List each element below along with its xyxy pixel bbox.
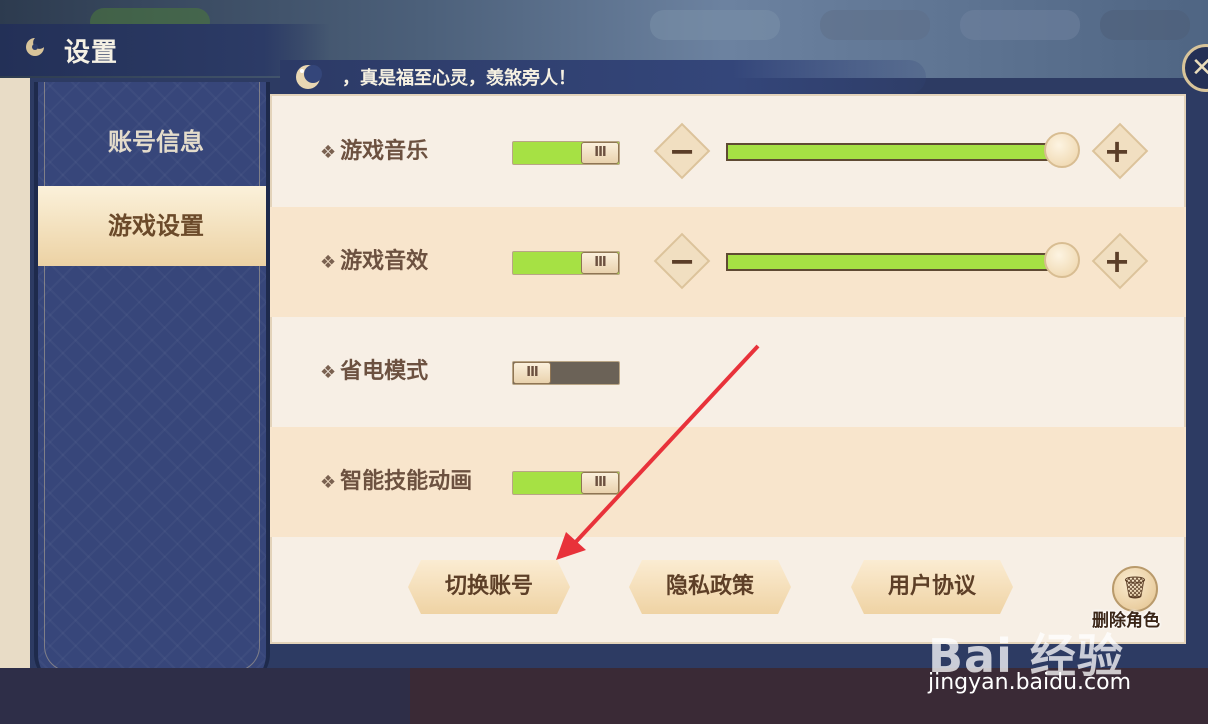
toggle-knob[interactable]: III <box>581 472 619 494</box>
setting-row-power-saving: ❖ 省电模式 III <box>270 317 1186 427</box>
watermark-url: jingyan.baidu.com <box>928 670 1132 695</box>
toggle-knob[interactable]: III <box>581 142 619 164</box>
sidebar-item-game-settings[interactable]: 游戏设置 <box>38 186 266 266</box>
tip-text: ，真是福至心灵，羡煞旁人！ <box>342 68 576 89</box>
music-volume-slider[interactable] <box>726 143 1072 161</box>
frame-left-edge <box>0 78 30 668</box>
setting-label: ❖ 智能技能动画 <box>320 469 473 494</box>
trash-icon: 🗑 <box>1121 576 1149 601</box>
music-toggle[interactable]: III <box>512 141 620 165</box>
plus-icon: + <box>1103 132 1131 170</box>
setting-row-music: ❖ 游戏音乐 III − + <box>270 97 1186 207</box>
sfx-volume-thumb[interactable] <box>1044 242 1080 278</box>
close-icon: ✕ <box>1191 53 1208 83</box>
minus-icon: − <box>668 132 696 170</box>
sfx-volume-slider[interactable] <box>726 253 1072 271</box>
sidebar-item-label: 账号信息 <box>108 128 204 156</box>
user-agreement-button[interactable]: 用户协议 <box>851 560 1013 614</box>
chat-strip <box>0 668 410 724</box>
setting-label: ❖ 省电模式 <box>320 359 429 384</box>
plus-icon: + <box>1103 242 1131 280</box>
toggle-knob[interactable]: III <box>513 362 551 384</box>
privacy-policy-button[interactable]: 隐私政策 <box>629 560 791 614</box>
skill-animation-toggle[interactable]: III <box>512 471 620 495</box>
sidebar: 账号信息 游戏设置 <box>34 82 270 686</box>
music-volume-thumb[interactable] <box>1044 132 1080 168</box>
setting-row-skill-animation: ❖ 智能技能动画 III <box>270 427 1186 537</box>
sidebar-item-account-info[interactable]: 账号信息 <box>38 102 266 182</box>
sidebar-item-label: 游戏设置 <box>108 212 204 240</box>
page-title: 设置 <box>64 38 119 68</box>
power-saving-toggle[interactable]: III <box>512 361 620 385</box>
setting-label: ❖ 游戏音乐 <box>320 139 429 164</box>
sfx-toggle[interactable]: III <box>512 251 620 275</box>
switch-account-button[interactable]: 切换账号 <box>408 560 570 614</box>
setting-label: ❖ 游戏音效 <box>320 249 429 274</box>
moon-icon <box>26 38 44 56</box>
minus-icon: − <box>668 242 696 280</box>
moon-icon <box>296 65 322 89</box>
setting-row-sfx: ❖ 游戏音效 III − + <box>270 207 1186 317</box>
toggle-knob[interactable]: III <box>581 252 619 274</box>
